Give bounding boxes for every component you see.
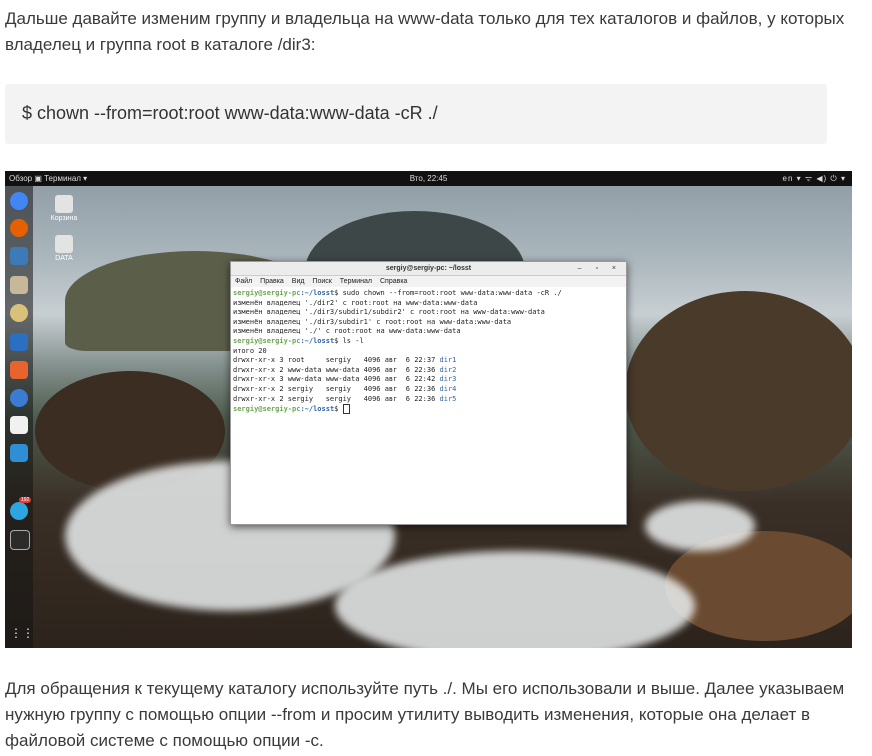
chrome-icon[interactable]: [10, 192, 28, 210]
desktop-icon-trash[interactable]: Корзина: [47, 195, 81, 222]
window-controls[interactable]: – ▫ ×: [578, 262, 622, 275]
amazon-icon[interactable]: [10, 416, 28, 434]
output-line: итого 20: [233, 346, 267, 355]
ls-dir-name: dir1: [439, 356, 457, 365]
terminal-window[interactable]: sergiy@sergiy-pc: ~/losst – ▫ × Файл Пра…: [230, 261, 627, 525]
ls-row: drwxr-xr-x 2 sergiy sergiy 4096 авг 6 22…: [233, 394, 440, 403]
ls-row: drwxr-xr-x 2 sergiy sergiy 4096 авг 6 22…: [233, 384, 440, 393]
prompt-user: sergiy@sergiy-pc: [233, 405, 301, 414]
desktop-icon-label: DATA: [55, 255, 73, 262]
output-line: изменён владелец './' с root:root на www…: [233, 327, 461, 336]
boulder: [625, 291, 852, 491]
system-monitor-icon[interactable]: [10, 444, 28, 462]
explanation-paragraph: Для обращения к текущему каталогу исполь…: [5, 679, 845, 750]
dock: 192 ⋮⋮: [5, 186, 34, 648]
menu-terminal[interactable]: Терминал: [340, 278, 372, 285]
menu-edit[interactable]: Правка: [260, 278, 284, 285]
ls-row: drwxr-xr-x 2 www-data www-data 4096 авг …: [233, 365, 440, 374]
code-block: $ chown --from=root:root www-data:www-da…: [5, 84, 827, 144]
ls-dir-name: dir4: [439, 384, 457, 393]
prompt-path: :~/losst: [300, 336, 335, 345]
desktop-screenshot: Обзор ▣ Терминал ▾ Вто, 22:45 en ▾ ᯤ ◀) …: [5, 171, 852, 648]
terminal-title: sergiy@sergiy-pc: ~/losst: [385, 265, 472, 272]
gnome-top-bar: Обзор ▣ Терминал ▾ Вто, 22:45 en ▾ ᯤ ◀) …: [5, 171, 852, 186]
ls-dir-name: dir3: [439, 375, 457, 384]
software-center-icon[interactable]: [10, 361, 28, 379]
desktop-icon-label: Корзина: [50, 215, 78, 222]
files-icon[interactable]: [10, 276, 28, 294]
menu-view[interactable]: Вид: [292, 278, 305, 285]
ls-dir-name: dir5: [439, 394, 457, 403]
writer-icon[interactable]: [10, 333, 28, 351]
prompt-user: sergiy@sergiy-pc: [233, 336, 301, 345]
trash-icon: [55, 195, 73, 213]
command-line: $ ls -l: [334, 336, 364, 345]
system-tray[interactable]: en ▾ ᯤ ◀) ⏻ ▾: [783, 171, 847, 186]
rhythmbox-icon[interactable]: [10, 304, 28, 322]
prompt-path: :~/losst: [300, 289, 335, 297]
intro-paragraph: Дальше давайте изменим группу и владельц…: [5, 9, 845, 54]
prompt-path: :~/losst: [300, 405, 335, 414]
terminal-icon[interactable]: [10, 530, 30, 550]
menu-help[interactable]: Справка: [380, 278, 407, 285]
mail-icon[interactable]: [10, 247, 28, 265]
firefox-icon[interactable]: [10, 219, 28, 237]
terminal-output[interactable]: sergiy@sergiy-pc:~/losst$ sudo chown --f…: [231, 287, 626, 417]
desktop-icon-data[interactable]: DATA: [47, 235, 81, 262]
waterfall: [645, 501, 755, 551]
ls-row: drwxr-xr-x 3 www-data www-data 4096 авг …: [233, 375, 440, 384]
output-line: изменён владелец './dir3/subdir1' с root…: [233, 317, 512, 326]
output-line: изменён владелец './dir2' с root:root на…: [233, 298, 478, 307]
code-command: $ chown --from=root:root www-data:www-da…: [22, 103, 438, 123]
app-grid-icon[interactable]: ⋮⋮: [10, 624, 34, 642]
prompt-user: sergiy@sergiy-pc: [233, 289, 301, 297]
command-line: $: [334, 405, 343, 414]
drive-icon: [55, 235, 73, 253]
output-line: изменён владелец './dir3/subdir1/subdir2…: [233, 308, 545, 317]
clock[interactable]: Вто, 22:45: [5, 171, 852, 186]
command-line: $ sudo chown --from=root:root www-data:w…: [334, 289, 562, 297]
help-icon[interactable]: [10, 389, 28, 407]
menu-file[interactable]: Файл: [235, 278, 252, 285]
terminal-cursor: [342, 404, 350, 415]
ls-dir-name: dir2: [439, 365, 457, 374]
menu-search[interactable]: Поиск: [312, 278, 331, 285]
telegram-badge: 192: [19, 497, 32, 503]
telegram-icon[interactable]: [10, 502, 28, 520]
terminal-menubar: Файл Правка Вид Поиск Терминал Справка: [231, 276, 626, 287]
ls-row: drwxr-xr-x 3 root sergiy 4096 авг 6 22:3…: [233, 356, 440, 365]
terminal-titlebar[interactable]: sergiy@sergiy-pc: ~/losst – ▫ ×: [231, 262, 626, 276]
